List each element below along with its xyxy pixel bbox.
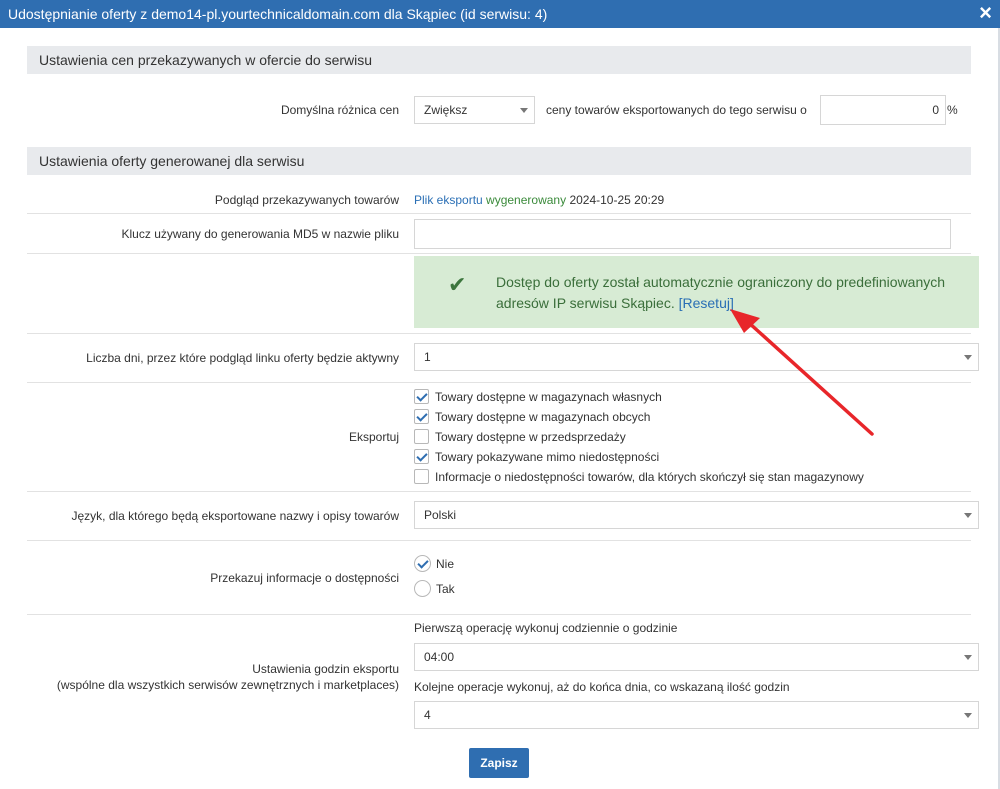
checkbox-unchecked[interactable] — [414, 429, 429, 444]
chevron-down-icon — [964, 513, 972, 518]
divider — [27, 213, 971, 214]
price-direction-value: Zwiększ — [424, 103, 468, 117]
md5-key-label: Klucz używany do generowania MD5 w nazwi… — [121, 227, 399, 241]
dialog-title: Udostępnianie oferty z demo14-pl.yourtec… — [8, 6, 548, 22]
section-header-prices: Ustawienia cen przekazywanych w ofercie … — [27, 46, 971, 74]
price-direction-select[interactable]: Zwiększ — [414, 96, 535, 124]
percent-suffix: % — [947, 103, 958, 117]
divider — [27, 253, 971, 254]
days-select[interactable]: 1 — [414, 343, 979, 371]
availability-label: Przekazuj informacje o dostępności — [210, 571, 399, 585]
divider — [27, 333, 971, 334]
export-option-label: Towary pokazywane mimo niedostępności — [435, 450, 660, 464]
export-hours-label-line1: Ustawienia godzin eksportu — [252, 662, 399, 676]
price-difference-label: Domyślna różnica cen — [280, 103, 399, 117]
divider — [27, 491, 971, 492]
availability-option-label: Tak — [436, 582, 455, 596]
first-operation-value: 04:00 — [424, 650, 455, 664]
availability-option-label: Nie — [436, 557, 455, 571]
days-label: Liczba dni, przez które podgląd linku of… — [86, 351, 399, 365]
language-value: Polski — [424, 508, 457, 522]
export-option-label: Towary dostępne w magazynach obcych — [435, 410, 651, 424]
generated-timestamp: 2024-10-25 20:29 — [569, 193, 665, 207]
chevron-down-icon — [964, 713, 972, 718]
chevron-down-icon — [964, 355, 972, 360]
section-header-offer: Ustawienia oferty generowanej dla serwis… — [27, 147, 971, 175]
ip-restriction-notice: ✔ Dostęp do oferty został automatycznie … — [414, 256, 979, 328]
export-hours-label: Ustawienia godzin eksportu (wspólne dla … — [30, 661, 399, 693]
preview-label: Podgląd przekazywanych towarów — [214, 193, 399, 207]
export-option-label: Informacje o niedostępności towarów, dla… — [435, 470, 864, 484]
reset-link[interactable]: Resetuj — [683, 295, 730, 311]
md5-key-input[interactable] — [414, 219, 951, 249]
price-percent-input[interactable]: 0 — [820, 95, 946, 125]
export-file-link[interactable]: Plik eksportu — [414, 193, 483, 207]
next-operations-label: Kolejne operacje wykonuj, aż do końca dn… — [414, 680, 790, 694]
close-icon[interactable]: × — [979, 1, 992, 25]
radio-unchecked[interactable] — [414, 580, 431, 597]
divider — [27, 540, 971, 541]
export-option-label: Towary dostępne w przedsprzedaży — [435, 430, 626, 444]
export-option-label: Towary dostępne w magazynach własnych — [435, 390, 662, 404]
chevron-down-icon — [964, 655, 972, 660]
language-select[interactable]: Polski — [414, 501, 979, 529]
arrow-shaft — [746, 320, 874, 436]
chevron-down-icon — [520, 108, 528, 113]
radio-checked[interactable] — [414, 555, 431, 572]
notice-text-block: Dostęp do oferty został automatycznie og… — [496, 272, 966, 314]
checkbox-checked[interactable] — [414, 409, 429, 424]
generated-status: wygenerowany — [486, 193, 567, 207]
checkbox-checked[interactable] — [414, 389, 429, 404]
divider — [27, 382, 971, 383]
days-value: 1 — [424, 350, 431, 364]
divider — [27, 614, 971, 615]
checkbox-checked[interactable] — [414, 449, 429, 464]
export-label: Eksportuj — [348, 430, 399, 444]
save-button[interactable]: Zapisz — [469, 748, 529, 778]
checkbox-unchecked[interactable] — [414, 469, 429, 484]
next-operations-select[interactable]: 4 — [414, 701, 979, 729]
first-operation-select[interactable]: 04:00 — [414, 643, 979, 671]
export-hours-label-line2: (wspólne dla wszystkich serwisów zewnętr… — [56, 678, 399, 692]
price-middle-text: ceny towarów eksportowanych do tego serw… — [546, 103, 807, 117]
preview-status: Plik eksportu wygenerowany 2024-10-25 20… — [414, 193, 664, 207]
language-label: Język, dla którego będą eksportowane naz… — [71, 509, 399, 523]
first-operation-label: Pierwszą operację wykonuj codziennie o g… — [414, 621, 678, 635]
checkmark-icon: ✔ — [448, 272, 467, 297]
dialog-titlebar: Udostępnianie oferty z demo14-pl.yourtec… — [0, 0, 1000, 28]
reset-link-close: ] — [729, 295, 734, 311]
next-operations-value: 4 — [424, 708, 431, 722]
